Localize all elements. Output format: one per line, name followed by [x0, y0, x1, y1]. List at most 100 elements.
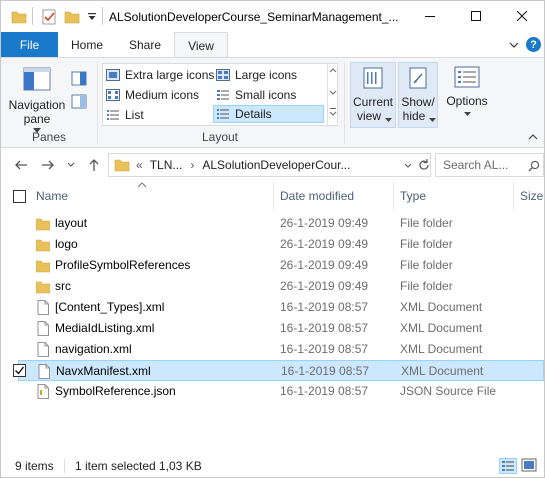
maximize-icon [471, 11, 481, 21]
layout-item-label: Small icons [235, 88, 297, 102]
ribbon-tabs: File Home Share View ? [1, 32, 544, 58]
file-name: NavxManifest.xml [56, 364, 151, 378]
tab-file[interactable]: File [1, 32, 58, 57]
list-item[interactable]: logo 26-1-2019 09:49 File folder [1, 234, 544, 255]
list-item[interactable]: navigation.xml 16-1-2019 08:57 XML Docum… [1, 339, 544, 360]
list-item[interactable]: SymbolReference.json 16-1-2019 08:57 JSO… [1, 381, 544, 402]
folder-icon [11, 11, 27, 24]
file-date: 16-1-2019 08:57 [281, 364, 370, 378]
breadcrumb-item[interactable]: TLN... [150, 158, 183, 172]
layout-extra-large-icons[interactable]: Extra large icons [106, 66, 214, 84]
status-selection: 1 item selected [75, 459, 156, 473]
folder-icon [114, 159, 130, 172]
file-type: File folder [400, 216, 453, 230]
properties-icon[interactable] [41, 9, 57, 25]
status-item-count: 9 items [15, 459, 54, 473]
minimize-icon [425, 16, 435, 17]
chevron-down-icon [463, 112, 471, 116]
current-view-label-1: Current [352, 95, 393, 109]
current-view-button[interactable]: Current view [350, 62, 396, 128]
new-folder-icon[interactable] [64, 9, 80, 25]
layout-medium-icons[interactable]: Medium icons [106, 86, 199, 104]
search-icon [528, 160, 540, 172]
layout-details[interactable]: Details [213, 105, 324, 123]
gallery-scroll-arrows-icon [329, 68, 337, 116]
back-arrow-icon[interactable] [14, 160, 28, 170]
collapse-ribbon-icon[interactable] [528, 133, 538, 141]
select-all-checkbox[interactable] [13, 190, 26, 203]
show-hide-button[interactable]: Show/ hide [398, 62, 438, 128]
file-name: layout [55, 216, 88, 230]
details-pane-icon[interactable] [71, 94, 87, 110]
folder-icon [36, 239, 50, 252]
divider[interactable] [513, 182, 514, 210]
file-date: 26-1-2019 09:49 [280, 216, 369, 230]
address-bar[interactable]: « TLN... › ALSolutionDeveloperCour... [108, 153, 431, 177]
navigation-pane-icon [23, 67, 51, 91]
file-type: File folder [400, 279, 453, 293]
tab-view[interactable]: View [174, 32, 228, 58]
divider[interactable] [393, 182, 394, 210]
divider[interactable] [273, 182, 274, 210]
address-row: « TLN... › ALSolutionDeveloperCour... Se… [1, 148, 544, 182]
breadcrumb-overflow[interactable]: « [136, 158, 143, 172]
list-item-selected[interactable]: NavxManifest.xml 16-1-2019 08:57 XML Doc… [13, 360, 544, 381]
file-type: File folder [400, 258, 453, 272]
large-icons-view-button[interactable] [521, 458, 539, 474]
layout-large-icons[interactable]: Large icons [216, 66, 297, 84]
chevron-down-icon[interactable] [509, 40, 519, 50]
layout-item-label: Large icons [235, 68, 298, 82]
folder-icon [36, 260, 50, 273]
details-icon [217, 109, 229, 119]
breadcrumb-item[interactable]: ALSolutionDeveloperCour... [202, 158, 350, 172]
row-checkbox[interactable] [13, 364, 26, 377]
preview-pane-icon[interactable] [71, 71, 87, 87]
list-item[interactable]: src 26-1-2019 09:49 File folder [1, 276, 544, 297]
chevron-down-icon [385, 118, 392, 122]
window-title: ALSolutionDeveloperCourse_SeminarManagem… [109, 10, 399, 24]
customize-toolbar-icon[interactable] [87, 12, 97, 28]
list-item[interactable]: MediaIdListing.xml 16-1-2019 08:57 XML D… [1, 318, 544, 339]
details-view-button[interactable] [499, 458, 517, 474]
details-view-icon [502, 461, 514, 471]
medium-icons-icon [106, 89, 120, 101]
maximize-button[interactable] [453, 1, 499, 31]
file-name: [Content_Types].xml [55, 300, 165, 314]
nav-pane-label-2: pane [23, 112, 51, 126]
gallery-scroll[interactable] [327, 64, 338, 125]
show-hide-label-1: Show/ [401, 95, 435, 109]
minimize-button[interactable] [407, 1, 453, 31]
navigation-pane-button[interactable]: Navigation pane [7, 62, 67, 133]
column-size[interactable]: Size [520, 189, 543, 203]
file-date: 16-1-2019 08:57 [280, 342, 369, 356]
up-arrow-icon[interactable] [88, 158, 100, 172]
large-icons-icon [216, 69, 230, 81]
tab-home[interactable]: Home [58, 32, 116, 57]
list-icon [107, 110, 119, 120]
search-input[interactable]: Search AL... [435, 153, 544, 177]
address-history-chevron-icon[interactable] [404, 163, 412, 169]
help-icon[interactable]: ? [526, 37, 541, 52]
list-item[interactable]: ProfileSymbolReferences 26-1-2019 09:49 … [1, 255, 544, 276]
status-size: 1,03 KB [159, 459, 202, 473]
document-icon [37, 300, 49, 315]
column-date-modified[interactable]: Date modified [280, 189, 354, 203]
breadcrumb-separator-icon[interactable]: › [190, 158, 194, 172]
layout-small-icons[interactable]: Small icons [216, 86, 296, 104]
layout-list[interactable]: List [106, 106, 144, 124]
column-name[interactable]: Name [36, 189, 68, 203]
layout-group-label: Layout [201, 130, 239, 144]
layout-item-label: Details [235, 107, 272, 121]
forward-arrow-icon[interactable] [41, 160, 55, 170]
document-icon [37, 321, 49, 336]
file-type: XML Document [400, 300, 483, 314]
refresh-icon[interactable] [418, 159, 430, 171]
list-item[interactable]: [Content_Types].xml 16-1-2019 08:57 XML … [1, 297, 544, 318]
layout-item-label: Medium icons [125, 88, 200, 102]
column-type[interactable]: Type [400, 189, 426, 203]
close-button[interactable] [499, 1, 545, 31]
options-button[interactable]: Options [442, 62, 492, 128]
recent-locations-chevron-icon[interactable] [67, 162, 75, 168]
list-item[interactable]: layout 26-1-2019 09:49 File folder [1, 213, 544, 234]
tab-share[interactable]: Share [116, 32, 174, 57]
